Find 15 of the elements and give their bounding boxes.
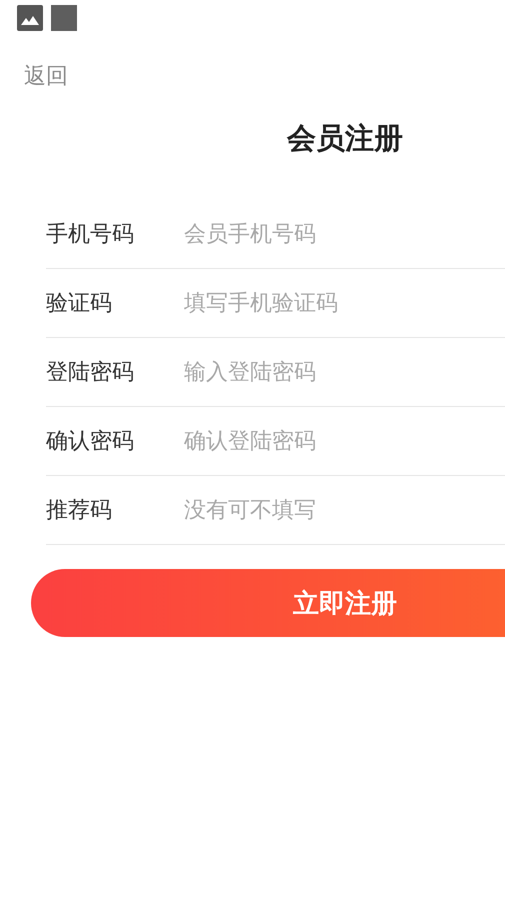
- field-label: 确认密码: [46, 428, 135, 456]
- square-icon: [51, 5, 77, 31]
- input-field[interactable]: 没有可不填写: [184, 494, 505, 526]
- field-label: 验证码: [46, 290, 113, 318]
- input-field[interactable]: 会员手机号码: [184, 218, 505, 250]
- field-label: 推荐码: [46, 497, 113, 525]
- input-field[interactable]: 确认登陆密码: [184, 424, 505, 458]
- input-field[interactable]: 输入登陆密码: [184, 356, 505, 388]
- back-link[interactable]: 返回: [24, 64, 68, 89]
- page-title: 会员注册: [287, 120, 403, 157]
- input-field[interactable]: 填写手机验证码: [184, 286, 505, 320]
- register-button[interactable]: 立即注册: [31, 569, 505, 637]
- image-icon: [17, 5, 43, 31]
- field-label: 手机号码: [46, 221, 135, 249]
- field-label: 登陆密码: [46, 359, 135, 387]
